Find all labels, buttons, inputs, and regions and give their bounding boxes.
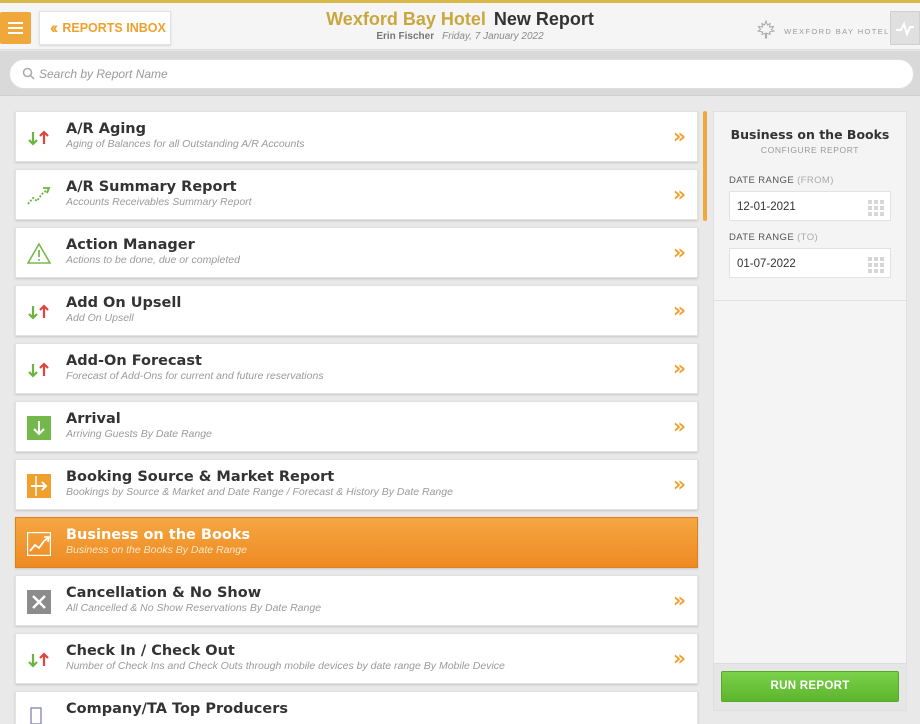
report-desc: Add On Upsell: [66, 312, 134, 324]
report-name: Arrival: [66, 411, 121, 427]
pulse-icon: [896, 21, 914, 37]
panel-header: Business on the Books CONFIGURE REPORT: [714, 112, 906, 167]
date-to-label: DATE RANGE (TO): [729, 232, 818, 243]
report-item-booking-source[interactable]: Booking Source & Market Report Bookings …: [15, 459, 698, 510]
report-desc: Arriving Guests By Date Range: [66, 428, 212, 440]
report-item-ar-summary[interactable]: A/R Summary Report Accounts Receivables …: [15, 169, 698, 220]
report-name: Business on the Books: [66, 527, 251, 543]
report-name: Add On Upsell: [66, 295, 182, 311]
report-item-action-manager[interactable]: Action Manager Actions to be done, due o…: [15, 227, 698, 278]
search-input[interactable]: [39, 62, 899, 86]
logo-text: WEXFORD BAY HOTEL: [784, 27, 890, 36]
report-name: Cancellation & No Show: [66, 585, 262, 601]
calendar-grid-icon[interactable]: [868, 257, 884, 273]
report-desc: Bookings by Source & Market and Date Ran…: [66, 486, 453, 498]
report-item-check-in-check-out[interactable]: Check In / Check Out Number of Check Ins…: [15, 633, 698, 684]
date-to-input[interactable]: [737, 255, 857, 273]
trend-chart-icon: [27, 532, 51, 556]
report-name: Add-On Forecast: [66, 353, 202, 369]
report-desc: Business on the Books By Date Range: [66, 544, 247, 556]
up-down-arrows-icon: [28, 652, 49, 668]
search-box[interactable]: [9, 59, 914, 89]
report-desc: Accounts Receivables Summary Report: [66, 196, 252, 208]
date-from-label: DATE RANGE (FROM): [729, 175, 834, 186]
hotel-logo: WEXFORD BAY HOTEL: [756, 19, 890, 40]
chevron-right-icon: »: [673, 588, 686, 612]
chevron-right-icon: »: [673, 472, 686, 496]
search-icon: [22, 67, 35, 80]
chevron-right-icon: »: [673, 240, 686, 264]
chevron-right-icon: »: [673, 298, 686, 322]
scroll-indicator[interactable]: [703, 111, 707, 221]
report-desc: Number of Check Ins and Check Outs throu…: [66, 660, 505, 672]
up-down-arrows-icon: [28, 304, 49, 320]
cancel-x-icon: [27, 590, 51, 614]
report-item-ar-aging[interactable]: A/R Aging Aging of Balances for all Outs…: [15, 111, 698, 162]
report-desc: Forecast of Add-Ons for current and futu…: [66, 370, 324, 382]
report-name: A/R Summary Report: [66, 179, 237, 195]
panel-divider: [714, 300, 906, 301]
maple-leaf-icon: [756, 19, 776, 39]
user-name: Erin Fischer: [376, 31, 435, 42]
chevron-right-icon: »: [673, 356, 686, 380]
calendar-grid-icon[interactable]: [868, 200, 884, 216]
report-name: Booking Source & Market Report: [66, 469, 335, 485]
report-item-add-on-forecast[interactable]: Add-On Forecast Forecast of Add-Ons for …: [15, 343, 698, 394]
page-title: New Report: [493, 9, 594, 29]
panel-subtitle: CONFIGURE REPORT: [760, 145, 860, 155]
report-item-business-on-the-books[interactable]: Business on the Books Business on the Bo…: [15, 517, 698, 568]
report-desc: Actions to be done, due or completed: [66, 254, 240, 266]
report-item-arrival[interactable]: Arrival Arriving Guests By Date Range »: [15, 401, 698, 452]
current-date: Friday, 7 January 2022: [442, 31, 544, 42]
chevron-right-icon: »: [673, 414, 686, 438]
report-name: A/R Aging: [66, 121, 147, 137]
run-report-button[interactable]: RUN REPORT: [721, 671, 899, 702]
date-from-label-qualifier: (FROM): [797, 175, 834, 186]
report-desc: All Cancelled & No Show Reservations By …: [66, 602, 322, 614]
report-name: Action Manager: [66, 237, 195, 253]
top-bar: ‹‹ REPORTS INBOX Wexford Bay Hotel New Rep…: [0, 0, 920, 50]
report-name: Company/TA Top Producers: [66, 701, 288, 717]
date-from-input[interactable]: [737, 198, 857, 216]
report-item-company-ta-top-producers[interactable]: Company/TA Top Producers: [15, 691, 698, 724]
date-from-label-text: DATE RANGE: [729, 175, 795, 186]
up-down-arrows-icon: [28, 130, 49, 146]
date-to-field[interactable]: [729, 248, 891, 278]
arrival-icon: [27, 416, 51, 440]
run-bar: RUN REPORT: [714, 663, 906, 710]
chevron-right-icon: »: [673, 646, 686, 670]
booking-source-icon: [27, 474, 51, 498]
hotel-name: Wexford Bay Hotel: [326, 9, 486, 29]
panel-title: Business on the Books: [730, 127, 890, 142]
warning-triangle-icon: [27, 242, 51, 264]
report-name: Check In / Check Out: [66, 643, 235, 659]
trend-line-icon: [27, 187, 51, 205]
date-to-label-qualifier: (TO): [797, 232, 819, 243]
activity-button[interactable]: [890, 11, 920, 45]
up-down-arrows-icon: [28, 362, 49, 378]
date-to-label-text: DATE RANGE: [729, 232, 795, 243]
chevron-right-icon: »: [673, 124, 686, 148]
document-icon: [30, 707, 42, 724]
report-item-add-on-upsell[interactable]: Add On Upsell Add On Upsell »: [15, 285, 698, 336]
configure-panel: Business on the Books CONFIGURE REPORT D…: [713, 111, 907, 711]
report-item-cancellation-no-show[interactable]: Cancellation & No Show All Cancelled & N…: [15, 575, 698, 626]
report-desc: Aging of Balances for all Outstanding A/…: [66, 138, 305, 150]
date-from-field[interactable]: [729, 191, 891, 221]
chevron-right-icon: »: [673, 182, 686, 206]
search-bar: [0, 51, 920, 96]
